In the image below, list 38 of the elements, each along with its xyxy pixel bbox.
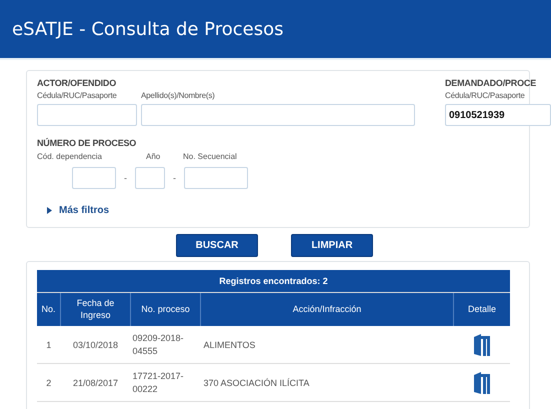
field-label: No. Secuencial (183, 152, 237, 161)
more-filters-link[interactable]: Más filtros (47, 205, 110, 216)
field-label: Cédula/RUC/Pasaporte (445, 91, 526, 100)
field-label: Apellido(s)/Nombre(s) (141, 91, 216, 100)
table-cell: 1 (37, 326, 60, 364)
input-field[interactable] (135, 167, 165, 189)
clear-button[interactable]: LIMPIAR (291, 234, 373, 257)
input-field[interactable] (141, 104, 415, 126)
section-heading: NÚMERO DE PROCESO (37, 138, 138, 148)
table-cell: 2 (37, 364, 60, 402)
door-icon[interactable] (472, 372, 491, 394)
table-cell: ALIMENTOS (200, 326, 454, 364)
table-caption: Registros encontrados: 2 (37, 270, 510, 292)
table-cell: 370 ASOCIACIÓN ILÍCITA (200, 364, 454, 402)
separator-dash: - (124, 173, 127, 183)
field-label: Cód. dependencia (37, 152, 102, 161)
table-cell: 17721-2017-00222 (130, 364, 200, 402)
input-field[interactable] (37, 104, 137, 126)
separator-dash: - (173, 173, 176, 183)
column-header: No. (37, 292, 60, 326)
column-header: No. proceso (130, 292, 200, 326)
field-label: Año (146, 152, 160, 161)
search-button[interactable]: BUSCAR (176, 234, 258, 257)
input-field[interactable] (72, 167, 116, 189)
column-header: Acción/Infracción (200, 292, 454, 326)
input-field[interactable] (184, 167, 248, 189)
page-title: eSATJE - Consulta de Procesos (12, 18, 284, 40)
field-label: Cédula/RUC/Pasaporte (37, 91, 118, 100)
door-icon[interactable] (472, 334, 491, 356)
section-heading: DEMANDADO/PROCE (445, 78, 538, 88)
input-field[interactable]: 0910521939 (445, 104, 551, 126)
table-cell: 09209-2018-04555 (130, 326, 200, 364)
caret-icon (47, 207, 53, 214)
table-cell: 03/10/2018 (60, 326, 130, 364)
section-heading: ACTOR/OFENDIDO (37, 78, 118, 88)
column-header: Fecha de Ingreso (60, 292, 130, 326)
table-cell: 21/08/2017 (60, 364, 130, 402)
column-header: Detalle (454, 292, 510, 326)
